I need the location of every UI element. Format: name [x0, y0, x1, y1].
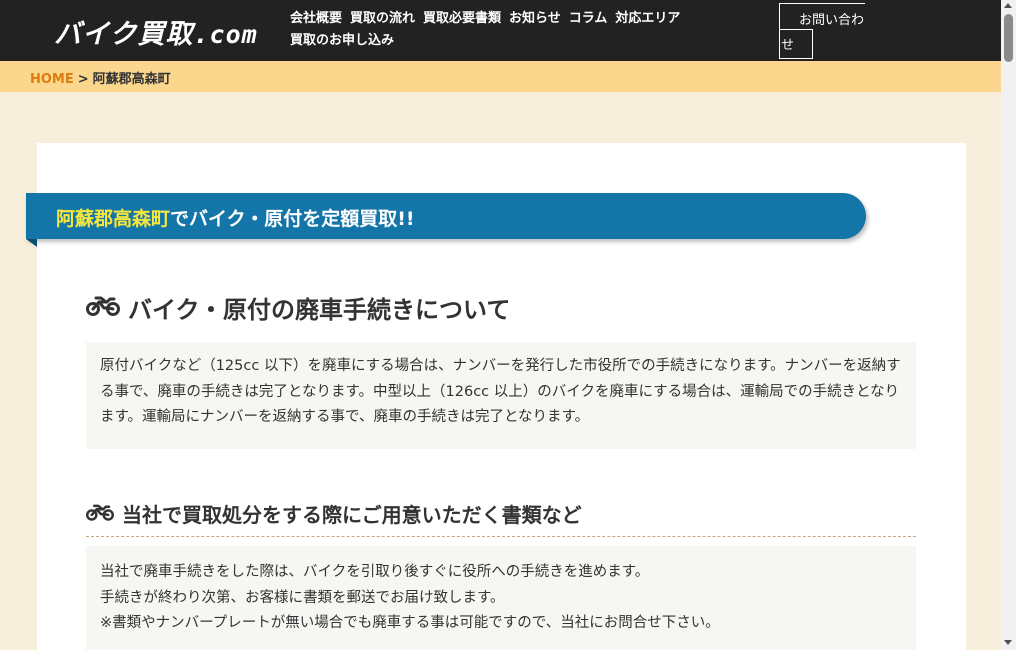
documents-info-line: ※書類やナンバープレートが無い場合でも廃車する事は可能ですので、当社にお問合せ下…	[100, 615, 720, 631]
logo-main-text: バイク買取	[54, 19, 194, 50]
banner-title: 阿蘇郡高森町でバイク・原付を定額買取!!	[56, 204, 415, 231]
scroll-down-arrow-icon[interactable]	[1004, 640, 1012, 645]
main-nav: 会社概要 買取の流れ 買取必要書類 お知らせ コラム 対応エリア 買取のお申し込…	[290, 10, 760, 50]
motorcycle-icon	[86, 502, 114, 526]
nav-link-area[interactable]: 対応エリア	[615, 10, 680, 28]
nav-link-news[interactable]: お知らせ	[509, 10, 561, 28]
banner-fold	[26, 239, 37, 247]
disposal-info-box: 原付バイクなど（125cc 以下）を廃車にする場合は、ナンバーを発行した市役所で…	[86, 342, 916, 449]
documents-info-line: 手続きが終わり次第、お客様に書類を郵送でお届け致します。	[100, 589, 505, 606]
nav-link-column[interactable]: コラム	[569, 10, 608, 28]
breadcrumb-separator: >	[77, 72, 89, 87]
section-heading-disposal-text: バイク・原付の廃車手続きについて	[128, 296, 511, 324]
contact-button[interactable]: お問い合わ せ	[779, 3, 865, 59]
breadcrumb-bar: HOME > 阿蘇郡高森町	[0, 61, 1001, 92]
scrollbar-thumb[interactable]	[1004, 14, 1013, 62]
section-heading-documents-text: 当社で買取処分をする際にご用意いただく書類など	[122, 503, 582, 527]
banner-title-rest: でバイク・原付を定額買取!!	[170, 208, 415, 230]
banner-area-name: 阿蘇郡高森町	[56, 208, 171, 230]
nav-link-documents[interactable]: 買取必要書類	[423, 10, 501, 28]
documents-info-box: 当社で廃車手続きをした際は、バイクを引取り後すぐに役所への手続きを進めます。 手…	[86, 546, 916, 650]
section-heading-disposal: バイク・原付の廃車手続きについて	[86, 290, 510, 325]
nav-link-flow[interactable]: 買取の流れ	[350, 10, 415, 28]
breadcrumb-home-link[interactable]: HOME	[30, 72, 74, 87]
breadcrumb-current: 阿蘇郡高森町	[92, 72, 171, 87]
site-header: バイク買取.com 会社概要 買取の流れ 買取必要書類 お知らせ コラム 対応エ…	[0, 0, 1001, 61]
documents-info-line: 当社で廃車手続きをした際は、バイクを引取り後すぐに役所への手続きを進めます。	[100, 564, 650, 580]
area-banner: 阿蘇郡高森町でバイク・原付を定額買取!!	[26, 193, 866, 239]
section-heading-documents: 当社で買取処分をする際にご用意いただく書類など	[86, 499, 582, 528]
logo-suffix-text: .com	[193, 20, 258, 49]
site-logo[interactable]: バイク買取.com	[54, 12, 258, 51]
contact-label-line2: せ	[781, 38, 795, 53]
disposal-info-text: 原付バイクなど（125cc 以下）を廃車にする場合は、ナンバーを発行した市役所で…	[100, 358, 901, 425]
contact-label-line1: お問い合わ	[799, 13, 865, 28]
breadcrumb: HOME > 阿蘇郡高森町	[30, 68, 171, 87]
heading-divider	[86, 536, 916, 537]
vertical-scrollbar[interactable]	[1001, 0, 1016, 650]
nav-link-company[interactable]: 会社概要	[290, 10, 342, 28]
motorcycle-icon	[86, 294, 120, 322]
nav-link-apply[interactable]: 買取のお申し込み	[290, 32, 394, 50]
scroll-up-arrow-icon[interactable]	[1004, 3, 1012, 8]
